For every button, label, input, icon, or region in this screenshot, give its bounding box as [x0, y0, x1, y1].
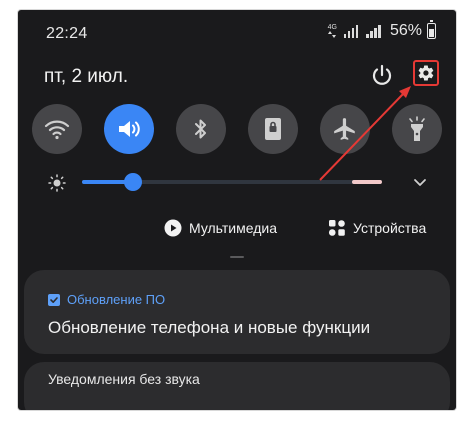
- notification-title: Обновление телефона и новые функции: [48, 318, 371, 337]
- flashlight-toggle[interactable]: [392, 104, 442, 154]
- brightness-slider-end: [352, 180, 382, 184]
- quick-settings-toggles: [32, 104, 442, 158]
- signal-icon: [343, 24, 359, 38]
- battery-percent: 56%: [389, 22, 422, 39]
- gear-icon: [418, 65, 434, 81]
- silent-notifications-label: Уведомления без звука: [48, 371, 200, 387]
- airplane-icon: [334, 118, 355, 140]
- devices-label: Устройства: [353, 220, 427, 236]
- data-arrows-icon: [328, 31, 337, 38]
- wifi-icon: [44, 120, 70, 140]
- app-check-icon: [48, 293, 60, 306]
- status-bar: 22:24 4G 56%: [18, 10, 456, 50]
- bluetooth-toggle[interactable]: [176, 104, 226, 154]
- notification-app-name: Обновление ПО: [67, 292, 166, 307]
- flashlight-icon: [409, 116, 425, 141]
- wifi-toggle[interactable]: [32, 104, 82, 154]
- date-label: пт, 2 июл.: [44, 66, 129, 87]
- screen-rotation-icon: [265, 118, 281, 140]
- brightness-slider[interactable]: [82, 173, 382, 191]
- brightness-icon: [48, 174, 66, 192]
- power-icon: [372, 64, 392, 85]
- devices-button[interactable]: Устройства: [328, 217, 426, 239]
- signal-icon-2: [366, 24, 381, 38]
- network-indicator: 4G: [328, 24, 337, 38]
- media-button[interactable]: Мультимедиа: [164, 217, 277, 239]
- settings-button[interactable]: [413, 60, 439, 86]
- sound-toggle[interactable]: [104, 104, 154, 154]
- power-button[interactable]: [369, 62, 395, 88]
- bluetooth-icon: [195, 119, 206, 139]
- play-icon: [164, 219, 182, 237]
- battery-icon: [427, 20, 436, 39]
- drag-handle[interactable]: [230, 256, 244, 258]
- network-type: 4G: [327, 24, 337, 31]
- notification-shade: 22:24 4G 56% пт, 2 июл. Мультимедиа Устр…: [18, 10, 456, 410]
- notification-card[interactable]: Обновление ПО Обновление телефона и новы…: [24, 270, 450, 354]
- airplane-toggle[interactable]: [320, 104, 370, 154]
- silent-notifications-card[interactable]: Уведомления без звука: [24, 362, 450, 410]
- rotation-toggle[interactable]: [248, 104, 298, 154]
- media-label: Мультимедиа: [189, 220, 277, 236]
- devices-icon: [328, 220, 345, 236]
- sound-icon: [119, 121, 140, 137]
- status-indicators: 4G 56%: [328, 20, 436, 40]
- brightness-thumb[interactable]: [124, 173, 142, 191]
- status-time: 22:24: [46, 25, 88, 42]
- notification-app-row: Обновление ПО: [48, 292, 165, 307]
- expand-button[interactable]: [412, 174, 428, 190]
- chevron-down-icon: [414, 179, 426, 186]
